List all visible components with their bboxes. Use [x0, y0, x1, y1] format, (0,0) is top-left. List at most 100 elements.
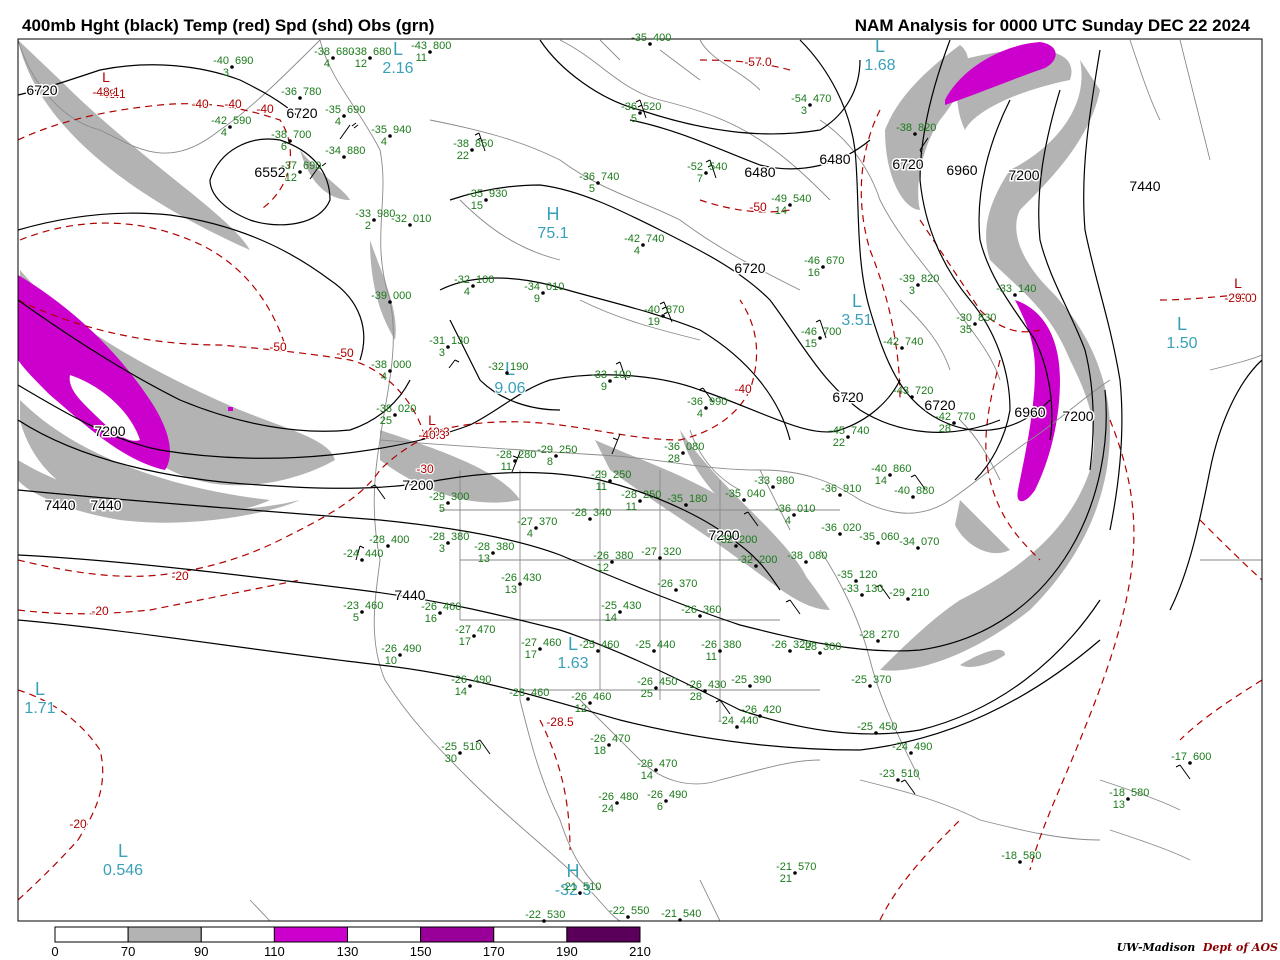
station-height-58: 060 — [881, 531, 899, 543]
station-height-30: 130 — [451, 335, 469, 347]
center-value-9: 1.71 — [24, 700, 55, 717]
station-67: -38 080 — [787, 550, 827, 564]
station-height-86: 490 — [403, 643, 421, 655]
station-temp-100: -26 — [637, 758, 653, 770]
station-temp-81: -25 — [579, 639, 595, 651]
station-temp-34: -32 — [488, 361, 504, 373]
center-value-8: 1.63 — [557, 655, 588, 672]
station-dewpoint-43: 8 — [547, 456, 553, 468]
height-labels: 672067206552 64806480 6720 6960 720074406720… — [25, 81, 1162, 605]
station-88: -26 450 25 — [637, 676, 677, 700]
station-dewpoint-89: 28 — [690, 691, 702, 703]
station-52: -40 880 — [894, 485, 934, 499]
station-87: -26 490 14 — [451, 674, 491, 698]
station-height-80: 460 — [543, 637, 561, 649]
temp-label-3: -40 — [256, 102, 274, 116]
station-dewpoint-38: 4 — [697, 408, 703, 420]
station-dewpoint-39: 25 — [380, 415, 392, 427]
station-dewpoint-61: 3 — [439, 543, 445, 555]
station-105: -18 580 13 — [1109, 787, 1149, 811]
station-height-77: 360 — [703, 604, 721, 616]
center-letter-2: L — [875, 36, 885, 56]
station-65: -26 380 12 — [593, 550, 633, 574]
station-dewpoint-42: 11 — [501, 461, 512, 473]
station-height-50: 180 — [689, 493, 707, 505]
station-dewpoint-26: 9 — [534, 293, 540, 305]
station-height-17: 400 — [653, 32, 671, 44]
station-height-21: 540 — [793, 193, 811, 205]
station-dewpoint-46: 14 — [875, 475, 887, 487]
station-height-14: 930 — [489, 188, 507, 200]
station-height-102: 600 — [1193, 751, 1211, 763]
station-111: -22 530 — [525, 909, 565, 923]
station-height-19: 820 — [918, 122, 936, 134]
station-dewpoint-22: 4 — [634, 245, 640, 257]
station-height-92: 460 — [531, 687, 549, 699]
station-dewpoint-41: 22 — [833, 437, 845, 449]
station-temp-14: -35 — [467, 188, 483, 200]
station-15: -36 740 5 — [579, 171, 619, 195]
station-temp-51: -35 — [725, 488, 741, 500]
station-temp-36: -33 — [591, 369, 607, 381]
station-height-5: 590 — [233, 115, 251, 127]
station-height-94: 420 — [763, 704, 781, 716]
height-label-15: 7440 — [90, 497, 121, 513]
station-dewpoint-25: 4 — [464, 286, 470, 298]
legend-swatch-1 — [127, 926, 202, 943]
station-temp-41: -45 — [829, 425, 845, 437]
center-letter-11: H — [567, 861, 580, 881]
station-temp-109: -22 — [609, 905, 625, 917]
station-height-55: 340 — [593, 507, 611, 519]
station-temp-104: -26 — [647, 789, 663, 801]
station-temp-79: -27 — [455, 624, 471, 636]
station-height-46: 860 — [893, 463, 911, 475]
station-temp-103: -26 — [598, 791, 614, 803]
station-61: -28 380 3 — [429, 531, 469, 555]
credit-org: UW-Madison — [1116, 941, 1196, 954]
legend-tick-2: 90 — [194, 944, 208, 959]
station-height-107: 580 — [1023, 850, 1041, 862]
center-value-0: -48.1 — [92, 85, 120, 99]
station-9: -34 880 — [325, 145, 365, 159]
center-value-12: -40.3 — [418, 428, 446, 442]
station-height-4: 780 — [303, 86, 321, 98]
station-80: -27 460 17 — [521, 637, 561, 661]
station-24: -39 820 3 — [899, 273, 939, 297]
station-72: -33 130 — [843, 583, 883, 597]
station-temp-22: -42 — [624, 233, 640, 245]
station-dewpoint-24: 3 — [909, 285, 915, 297]
station-18: -54 470 3 — [791, 93, 831, 117]
legend-tick-4: 130 — [337, 944, 359, 959]
station-dewpoint-15: 5 — [589, 183, 595, 195]
station-32: -30 830 35 — [956, 312, 996, 336]
station-dewpoint-88: 25 — [641, 688, 653, 700]
station-height-61: 380 — [451, 531, 469, 543]
station-temp-99: -25 — [441, 741, 457, 753]
station-dewpoint-1: 4 — [324, 58, 330, 70]
station-53: -36 010 4 — [775, 503, 815, 527]
station-38: -36 990 4 — [687, 396, 727, 420]
station-height-40: 770 — [957, 411, 975, 423]
station-temp-76: -25 — [601, 600, 617, 612]
station-81: -25 460 — [579, 639, 619, 653]
station-height-54: 300 — [451, 491, 469, 503]
station-60: -28 400 — [369, 534, 409, 548]
station-temp-52: -40 — [894, 485, 910, 497]
station-70: -26 430 13 — [501, 572, 541, 596]
legend-swatch-5 — [420, 926, 495, 943]
station-dewpoint-23: 16 — [808, 267, 820, 279]
station-temp-69: -35 — [837, 569, 853, 581]
station-temp-6: -35 — [325, 104, 341, 116]
station-101: -23 510 — [879, 768, 919, 782]
station-height-75: 460 — [443, 601, 461, 613]
center-value-4: 3.51 — [841, 312, 872, 329]
station-temp-29: -46 — [801, 326, 817, 338]
station-temp-17: -35 — [631, 32, 647, 44]
station-dewpoint-32: 35 — [960, 324, 972, 336]
station-dewpoint-53: 4 — [785, 515, 791, 527]
height-label-13: 7200 — [1062, 408, 1093, 424]
station-temp-44: -36 — [664, 441, 680, 453]
station-height-68: 440 — [365, 548, 383, 560]
station-height-76: 430 — [623, 600, 641, 612]
station-height-103: 480 — [620, 791, 638, 803]
